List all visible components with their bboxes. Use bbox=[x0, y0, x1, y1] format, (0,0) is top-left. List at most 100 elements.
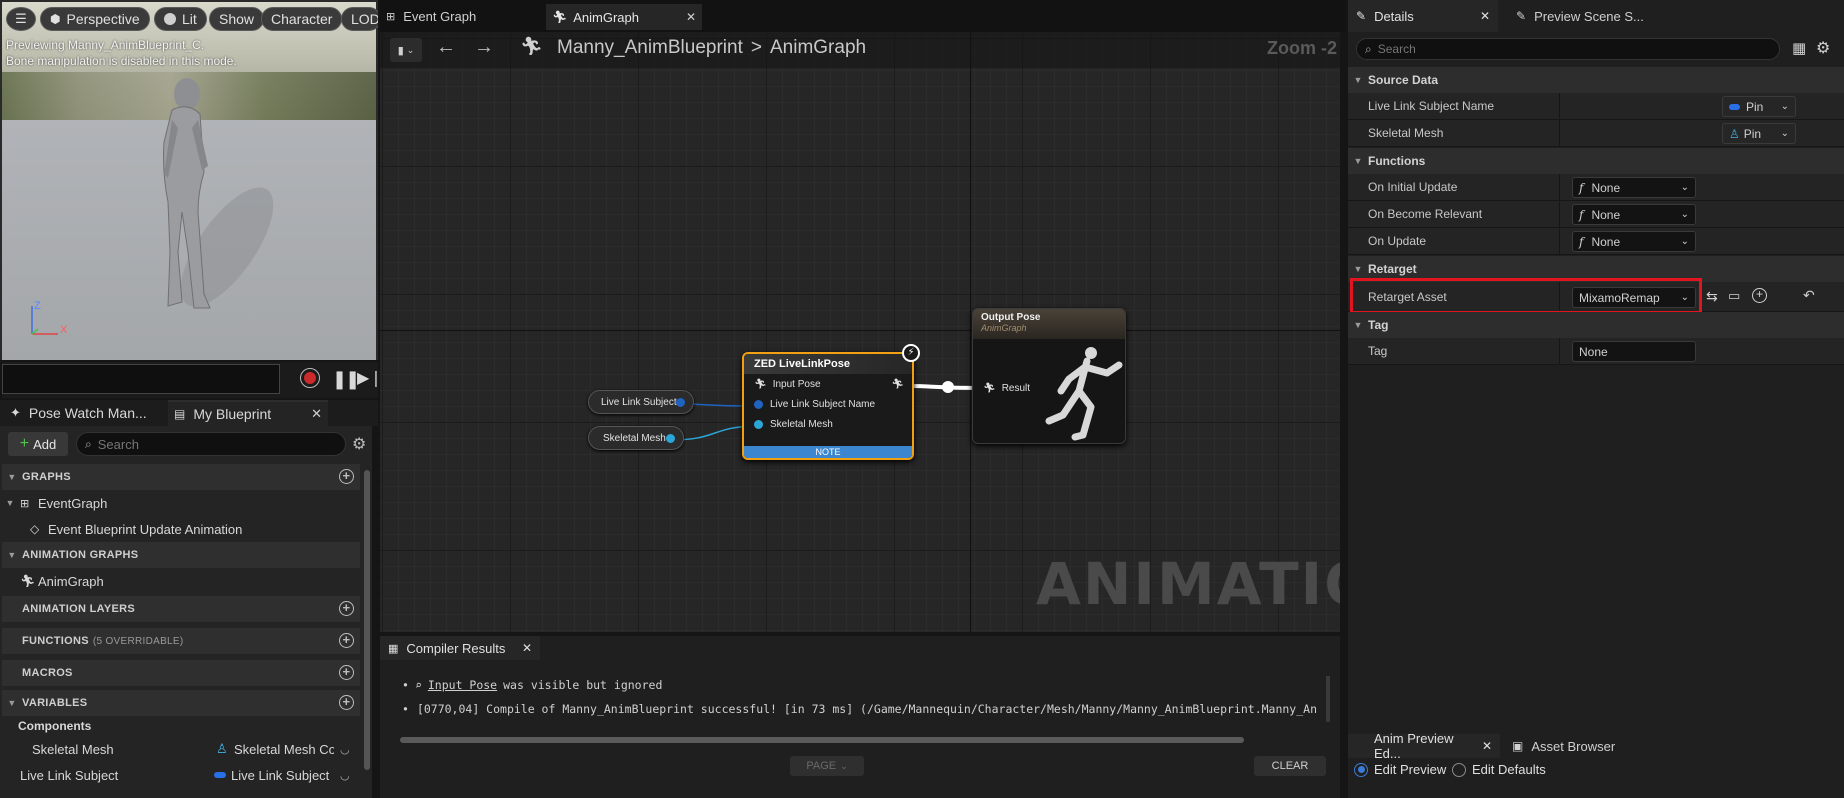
add-function-icon[interactable]: + bbox=[339, 633, 354, 648]
close-icon[interactable]: ✕ bbox=[311, 406, 322, 422]
tree-item-animgraph[interactable]: 🏃︎ AnimGraph bbox=[20, 569, 104, 593]
section-functions[interactable]: FUNCTIONS (5 OVERRIDABLE) + bbox=[2, 628, 360, 654]
search-icon: ⌕ bbox=[414, 678, 422, 692]
forward-button[interactable]: → bbox=[474, 36, 494, 59]
on-update-dropdown[interactable]: f None ⌄ bbox=[1572, 231, 1696, 252]
blueprint-icon: ▤ bbox=[174, 407, 186, 421]
my-blueprint-scrollbar[interactable] bbox=[364, 470, 370, 770]
variable-live-link-subject[interactable]: Live Link Subject Live Link Subject I ◡ bbox=[20, 763, 372, 787]
add-layer-icon[interactable]: + bbox=[339, 601, 354, 616]
add-button[interactable]: + Add bbox=[8, 432, 68, 456]
node-zed-livelinkpose[interactable]: ZED LiveLinkPose 🏃︎ Input Pose 🏃︎ Live L… bbox=[742, 352, 914, 460]
node-header: Output Pose AnimGraph bbox=[973, 309, 1125, 339]
pin-result[interactable]: 🏃︎ Result bbox=[983, 383, 1030, 394]
section-source-data[interactable]: ▼ Source Data bbox=[1348, 67, 1844, 93]
my-blueprint-search-input[interactable] bbox=[97, 436, 318, 452]
record-button[interactable] bbox=[300, 368, 320, 388]
add-macro-icon[interactable]: + bbox=[339, 665, 354, 680]
section-tag[interactable]: ▼ Tag bbox=[1348, 312, 1844, 338]
lod-button[interactable]: LOD bbox=[341, 7, 378, 31]
node-live-link-subject[interactable]: Live Link Subject bbox=[588, 390, 694, 414]
edit-preview-radio[interactable]: Edit Preview bbox=[1354, 762, 1446, 777]
collapse-arrow-icon: ▼ bbox=[1353, 320, 1363, 330]
reset-to-default-icon[interactable]: ↶ bbox=[1803, 287, 1815, 304]
section-animation-layers[interactable]: ANIMATION LAYERS + bbox=[2, 596, 360, 622]
pin-skeletal-mesh[interactable]: Skeletal Mesh bbox=[744, 414, 912, 434]
tab-animgraph[interactable]: 🏃︎ AnimGraph ✕ bbox=[546, 4, 702, 30]
tree-item-event-update[interactable]: ◇ Event Blueprint Update Animation bbox=[30, 517, 242, 541]
section-functions[interactable]: ▼ Functions bbox=[1348, 148, 1844, 174]
variable-skeletal-mesh[interactable]: Skeletal Mesh ♙ Skeletal Mesh Co ◡ bbox=[32, 737, 372, 761]
tab-my-blueprint[interactable]: ▤ My Blueprint ✕ bbox=[168, 400, 328, 426]
pin-input-pose[interactable]: 🏃︎ Input Pose 🏃︎ bbox=[744, 374, 912, 394]
section-macros[interactable]: MACROS + bbox=[2, 660, 360, 686]
compiler-vscrollbar[interactable] bbox=[1326, 676, 1330, 722]
pin-live-link-subject-name[interactable]: Live Link Subject Name bbox=[744, 394, 912, 414]
section-animation-graphs[interactable]: ▼ ANIMATION GRAPHS bbox=[2, 542, 360, 568]
viewport-menu-button[interactable]: ☰ bbox=[6, 7, 36, 31]
pause-icon: ❚❚ bbox=[332, 369, 360, 389]
input-pose-link[interactable]: Input Pose bbox=[428, 678, 497, 692]
visibility-eye-icon[interactable]: ◡ bbox=[340, 743, 350, 756]
edit-defaults-radio[interactable]: Edit Defaults bbox=[1452, 762, 1546, 777]
my-blueprint-settings[interactable]: ⚙ bbox=[352, 434, 366, 454]
clear-button[interactable]: CLEAR bbox=[1254, 756, 1326, 776]
add-variable-icon[interactable]: + bbox=[339, 695, 354, 710]
row-on-become-relevant: On Become Relevant f None ⌄ bbox=[1348, 201, 1844, 228]
breadcrumb-leaf[interactable]: AnimGraph bbox=[770, 37, 866, 59]
step-forward-button[interactable]: ▶❘ bbox=[357, 368, 383, 388]
on-become-relevant-dropdown[interactable]: f None ⌄ bbox=[1572, 204, 1696, 225]
close-icon[interactable]: ✕ bbox=[1480, 9, 1490, 23]
tab-compiler-results[interactable]: ▦ Compiler Results ✕ bbox=[380, 636, 540, 660]
compiler-hscrollbar[interactable] bbox=[400, 737, 1244, 743]
use-selected-asset-icon[interactable]: ⇆ bbox=[1706, 288, 1718, 305]
add-graph-icon[interactable]: + bbox=[339, 469, 354, 484]
node-skeletal-mesh[interactable]: Skeletal Mesh bbox=[588, 426, 684, 450]
section-graphs[interactable]: ▼ GRAPHS + bbox=[2, 464, 360, 490]
details-settings-button[interactable]: ⚙ bbox=[1816, 38, 1830, 58]
browse-asset-icon[interactable]: ▭ bbox=[1728, 288, 1740, 304]
pose-watch-icon: ✦ bbox=[10, 405, 21, 420]
tab-anim-preview-editor[interactable]: Anim Preview Ed... ✕ bbox=[1348, 731, 1500, 761]
tab-details[interactable]: ✎ Details ✕ bbox=[1348, 0, 1498, 32]
struct-pin-icon bbox=[1729, 103, 1740, 110]
pin-toggle-live-link[interactable]: Pin ⌄ bbox=[1722, 96, 1796, 117]
close-icon[interactable]: ✕ bbox=[1482, 739, 1492, 753]
section-variables[interactable]: ▼ VARIABLES + bbox=[2, 690, 360, 716]
details-search-input[interactable] bbox=[1377, 42, 1758, 56]
close-icon[interactable]: ✕ bbox=[522, 641, 532, 655]
my-blueprint-search[interactable]: ⌕ bbox=[76, 432, 346, 456]
close-icon[interactable]: ✕ bbox=[686, 10, 696, 24]
on-initial-update-dropdown[interactable]: f None ⌄ bbox=[1572, 177, 1696, 198]
tab-pose-watch[interactable]: ✦ Pose Watch Man... bbox=[4, 400, 153, 426]
perspective-button[interactable]: ⬢ Perspective bbox=[40, 7, 150, 31]
pin-toggle-skeletal-mesh[interactable]: ♙ Pin ⌄ bbox=[1722, 123, 1796, 144]
skeletal-mesh-type-icon: ♙ bbox=[216, 741, 228, 756]
page-dropdown[interactable]: PAGE ⌄ bbox=[790, 756, 864, 776]
pause-button[interactable]: ❚❚ bbox=[332, 369, 360, 390]
pin-dot[interactable] bbox=[666, 434, 675, 443]
breadcrumb-root[interactable]: Manny_AnimBlueprint bbox=[557, 37, 743, 59]
collapse-arrow-icon: ▼ bbox=[1353, 75, 1363, 85]
show-button[interactable]: Show bbox=[209, 7, 265, 31]
back-button[interactable]: ← bbox=[436, 36, 456, 59]
graph-canvas[interactable]: Live Link Subject Skeletal Mesh ZED Live… bbox=[380, 32, 1340, 632]
node-output-pose[interactable]: Output Pose AnimGraph 🏃︎ Result bbox=[972, 308, 1126, 444]
pin-dot[interactable] bbox=[676, 398, 685, 407]
details-search[interactable]: ⌕ bbox=[1356, 38, 1780, 60]
tab-preview-scene[interactable]: ✎ Preview Scene S... bbox=[1508, 0, 1668, 32]
lit-button[interactable]: Lit bbox=[154, 7, 207, 31]
tab-asset-browser[interactable]: ▣ Asset Browser bbox=[1512, 734, 1615, 758]
components-category[interactable]: Components bbox=[18, 719, 91, 733]
preview-viewport[interactable]: ☰ ⬢ Perspective Lit Show Character LOD P… bbox=[0, 0, 378, 360]
tree-item-eventgraph[interactable]: ▼ ⊞ EventGraph bbox=[0, 491, 108, 515]
table-view-button[interactable]: ▦ bbox=[1792, 39, 1806, 57]
character-button[interactable]: Character bbox=[261, 7, 343, 31]
tab-event-graph[interactable]: ⊞ Event Graph bbox=[386, 4, 476, 28]
compiler-icon: ▦ bbox=[388, 642, 399, 655]
tag-input[interactable]: None bbox=[1572, 341, 1696, 362]
add-asset-icon[interactable]: + bbox=[1752, 288, 1767, 303]
bookmark-dropdown[interactable]: ▮ ⌄ bbox=[390, 38, 422, 62]
playback-time-field[interactable] bbox=[2, 364, 280, 394]
visibility-eye-icon[interactable]: ◡ bbox=[340, 769, 350, 782]
